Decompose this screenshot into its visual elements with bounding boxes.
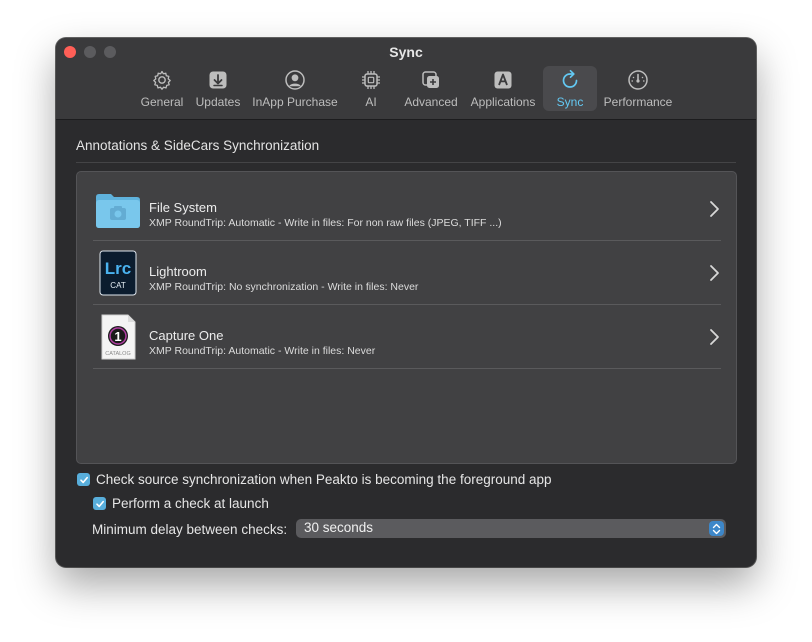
list-item-capture-one[interactable]: 1 CATALOG Capture One XMP RoundTrip: Auto… bbox=[93, 305, 721, 369]
tab-updates-label: Updates bbox=[195, 95, 241, 109]
tab-sync-label: Sync bbox=[556, 95, 584, 109]
gauge-icon bbox=[627, 69, 649, 91]
chevron-right-icon bbox=[707, 200, 721, 218]
section-divider bbox=[76, 162, 736, 163]
list-item-lightroom[interactable]: Lrc CAT Lightroom XMP RoundTrip: No synch… bbox=[93, 241, 721, 305]
lightroom-catalog-icon: Lrc CAT bbox=[95, 250, 141, 296]
preferences-window: Sync General Updates InApp Purchase AI A… bbox=[56, 38, 756, 567]
tab-general-label: General bbox=[140, 95, 184, 109]
section-title: Annotations & SideCars Synchronization bbox=[76, 138, 320, 153]
check-foreground-label: Check source synchronization when Peakto… bbox=[96, 472, 552, 487]
list-item-name: Lightroom bbox=[149, 264, 207, 279]
tab-inapp-purchase[interactable]: InApp Purchase bbox=[250, 66, 340, 111]
person-circle-icon bbox=[284, 69, 306, 91]
list-item-description: XMP RoundTrip: No synchronization - Writ… bbox=[149, 281, 419, 293]
app-a-icon bbox=[492, 69, 514, 91]
lightroom-icon-text: Lrc bbox=[105, 259, 131, 278]
check-launch-label: Perform a check at launch bbox=[112, 496, 269, 511]
tab-applications-label: Applications bbox=[470, 95, 536, 109]
preferences-toolbar: General Updates InApp Purchase AI Advanc… bbox=[56, 66, 756, 114]
tab-general[interactable]: General bbox=[138, 66, 186, 111]
tab-performance[interactable]: Performance bbox=[602, 66, 674, 111]
checkmark-icon bbox=[95, 500, 104, 507]
sync-arrow-icon bbox=[559, 69, 581, 91]
delay-select-value: 30 seconds bbox=[304, 520, 374, 535]
tab-ai[interactable]: AI bbox=[354, 66, 388, 111]
advanced-icon bbox=[420, 69, 442, 91]
lightroom-icon-subtext: CAT bbox=[110, 281, 126, 290]
check-foreground-checkbox[interactable] bbox=[77, 473, 90, 486]
tab-advanced[interactable]: Advanced bbox=[401, 66, 461, 111]
check-launch-option[interactable]: Perform a check at launch bbox=[93, 496, 269, 511]
tab-ai-label: AI bbox=[365, 95, 377, 109]
sources-list: File System XMP RoundTrip: Automatic - W… bbox=[76, 171, 737, 464]
check-foreground-option[interactable]: Check source synchronization when Peakto… bbox=[77, 472, 552, 487]
list-item-name: Capture One bbox=[149, 328, 224, 343]
cpu-chip-icon bbox=[360, 69, 382, 91]
capture-one-icon-text: 1 bbox=[114, 329, 121, 344]
chevron-right-icon bbox=[707, 328, 721, 346]
tab-sync[interactable]: Sync bbox=[543, 66, 597, 111]
capture-one-catalog-icon: 1 CATALOG bbox=[95, 314, 141, 360]
tab-inapp-purchase-label: InApp Purchase bbox=[252, 95, 338, 109]
checkmark-icon bbox=[79, 476, 88, 483]
list-item-description: XMP RoundTrip: Automatic - Write in file… bbox=[149, 217, 502, 229]
delay-select[interactable]: 30 seconds bbox=[296, 519, 726, 538]
chevron-right-icon bbox=[707, 264, 721, 282]
folder-icon bbox=[95, 186, 141, 232]
list-item-description: XMP RoundTrip: Automatic - Write in file… bbox=[149, 345, 376, 357]
tab-applications[interactable]: Applications bbox=[466, 66, 540, 111]
gear-icon bbox=[151, 69, 173, 91]
tab-updates[interactable]: Updates bbox=[192, 66, 244, 111]
titlebar: Sync General Updates InApp Purchase AI A… bbox=[56, 38, 756, 120]
download-icon bbox=[207, 69, 229, 91]
tab-performance-label: Performance bbox=[603, 95, 673, 109]
list-item-name: File System bbox=[149, 200, 217, 215]
tab-advanced-label: Advanced bbox=[404, 95, 458, 109]
window-title: Sync bbox=[389, 44, 423, 60]
delay-label: Minimum delay between checks: bbox=[92, 522, 288, 537]
capture-one-icon-subtext: CATALOG bbox=[105, 351, 130, 357]
up-down-chevron-icon bbox=[709, 521, 724, 536]
check-launch-checkbox[interactable] bbox=[93, 497, 106, 510]
list-item-file-system[interactable]: File System XMP RoundTrip: Automatic - W… bbox=[93, 177, 721, 241]
